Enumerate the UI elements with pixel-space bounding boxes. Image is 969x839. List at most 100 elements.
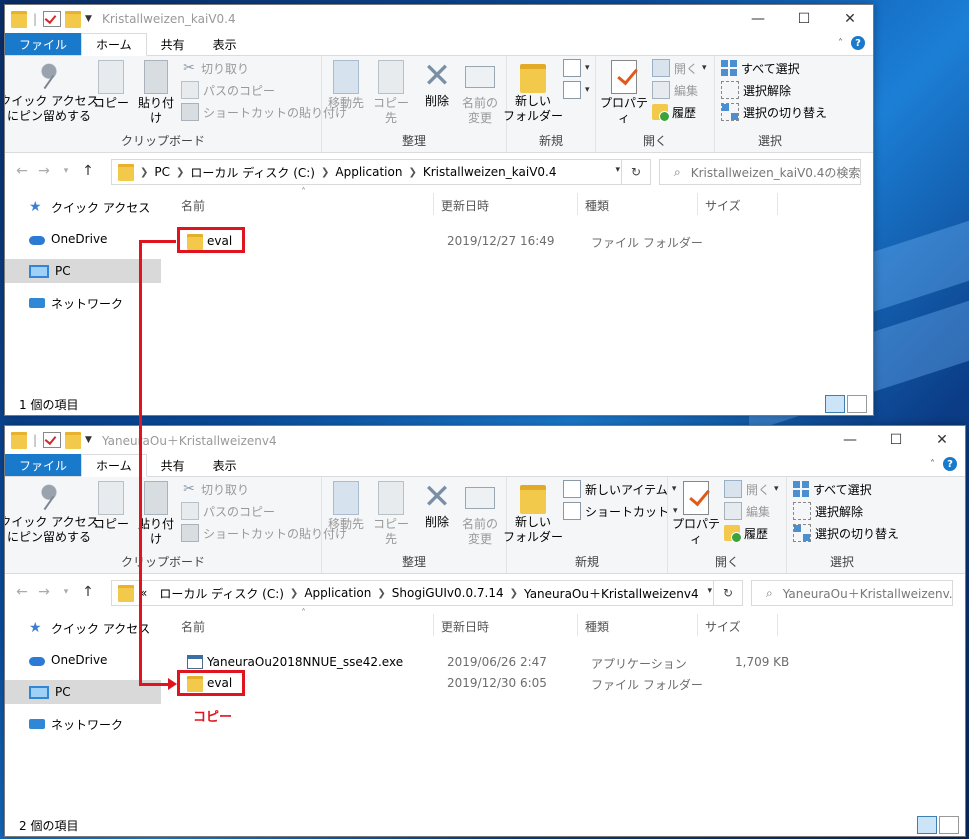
select-all-button[interactable]: すべて選択: [721, 58, 800, 78]
back-arrow-icon[interactable]: ←: [11, 163, 33, 179]
large-icons-view-button[interactable]: [939, 816, 959, 834]
address-dropdown-icon[interactable]: ▾: [615, 165, 620, 175]
column-type[interactable]: 種類: [585, 618, 609, 635]
nav-pc[interactable]: PC: [5, 259, 161, 283]
easy-access-button[interactable]: ▾: [563, 80, 590, 100]
column-size[interactable]: サイズ: [705, 618, 741, 635]
collapse-ribbon-icon[interactable]: ˄: [930, 459, 935, 470]
properties-icon[interactable]: [43, 11, 62, 27]
copy-path-button[interactable]: パスのコピー: [181, 80, 275, 100]
easy-access-button[interactable]: ショートカット ▾: [563, 501, 678, 521]
recent-locations-icon[interactable]: ▾: [55, 587, 77, 597]
delete-button[interactable]: ✕ 削除: [420, 59, 454, 109]
details-view-button[interactable]: [917, 816, 937, 834]
select-all-button[interactable]: すべて選択: [793, 479, 872, 499]
new-item-button[interactable]: ▾: [563, 58, 590, 78]
address-dropdown-icon[interactable]: ▾: [707, 586, 712, 596]
column-name[interactable]: 名前: [181, 197, 205, 214]
paste-button[interactable]: 貼り付け: [133, 60, 179, 126]
refresh-icon[interactable]: ↻: [621, 160, 650, 184]
new-folder-icon[interactable]: [65, 10, 82, 28]
cut-button[interactable]: ✂ 切り取り: [181, 58, 249, 78]
tab-home[interactable]: ホーム: [81, 33, 147, 56]
rename-button[interactable]: 名前の 変更: [458, 60, 502, 126]
breadcrumb-local-disk[interactable]: ローカル ディスク (C:): [190, 164, 315, 181]
minimize-button[interactable]: —: [827, 426, 873, 454]
edit-button[interactable]: 編集: [724, 501, 770, 521]
search-box[interactable]: ⌕ Kristallweizen_kaiV0.4の検索: [659, 159, 861, 185]
collapse-ribbon-icon[interactable]: ˄: [838, 38, 843, 49]
breadcrumb-current-folder[interactable]: Kristallweizen_kaiV0.4: [423, 165, 557, 179]
help-icon[interactable]: ?: [851, 36, 865, 50]
tab-file[interactable]: ファイル: [5, 454, 82, 476]
move-to-button[interactable]: 移動先: [326, 481, 366, 532]
pin-quick-access-button[interactable]: クイック アクセス にピン留めする: [5, 60, 99, 124]
title-bar[interactable]: | ▼ Kristallweizen_kaiV0.4 — ☐ ✕: [5, 5, 873, 33]
nav-onedrive[interactable]: OneDrive: [5, 227, 161, 251]
copy-button[interactable]: コピー: [91, 60, 131, 111]
edit-button[interactable]: 編集: [652, 80, 698, 100]
properties-button[interactable]: プロパティ: [670, 481, 722, 547]
tab-share[interactable]: 共有: [147, 33, 199, 55]
tab-view[interactable]: 表示: [199, 33, 251, 55]
new-folder-icon[interactable]: [65, 431, 82, 449]
list-item[interactable]: eval 2019/12/27 16:49 ファイル フォルダー: [177, 231, 861, 251]
search-box[interactable]: ⌕ YaneuraOu＋Kristallweizenv...: [751, 580, 953, 606]
refresh-icon[interactable]: ↻: [713, 581, 742, 605]
delete-button[interactable]: ✕ 削除: [420, 480, 454, 530]
copy-button[interactable]: コピー: [91, 481, 131, 532]
list-item[interactable]: YaneuraOu2018NNUE_sse42.exe 2019/06/26 2…: [177, 652, 953, 672]
back-arrow-icon[interactable]: ←: [11, 584, 33, 600]
cut-button[interactable]: ✂ 切り取り: [181, 479, 249, 499]
up-arrow-icon[interactable]: ↑: [77, 584, 99, 600]
up-arrow-icon[interactable]: ↑: [77, 163, 99, 179]
select-none-button[interactable]: 選択解除: [721, 80, 791, 100]
properties-button[interactable]: プロパティ: [598, 60, 650, 126]
breadcrumb-shogigui[interactable]: ShogiGUIv0.0.7.14: [392, 586, 504, 600]
copy-path-button[interactable]: パスのコピー: [181, 501, 275, 521]
breadcrumb-application[interactable]: Application: [304, 586, 371, 600]
tab-share[interactable]: 共有: [147, 454, 199, 476]
details-view-button[interactable]: [825, 395, 845, 413]
close-button[interactable]: ✕: [919, 426, 965, 454]
tab-file[interactable]: ファイル: [5, 33, 82, 55]
copy-to-button[interactable]: コピー先: [368, 60, 414, 126]
breadcrumb-current-folder[interactable]: YaneuraOu＋Kristallweizenv4: [524, 585, 699, 602]
nav-quick-access[interactable]: ★ クイック アクセス: [5, 195, 161, 219]
recent-locations-icon[interactable]: ▾: [55, 166, 77, 176]
invert-selection-button[interactable]: 選択の切り替え: [793, 523, 899, 543]
move-to-button[interactable]: 移動先: [326, 60, 366, 111]
pin-quick-access-button[interactable]: クイック アクセス にピン留めする: [5, 481, 99, 545]
properties-icon[interactable]: [43, 432, 62, 448]
nav-network[interactable]: ネットワーク: [5, 712, 161, 736]
breadcrumb-pc[interactable]: PC: [154, 165, 170, 179]
nav-pc[interactable]: PC: [5, 680, 161, 704]
list-item[interactable]: eval 2019/12/30 6:05 ファイル フォルダー: [177, 673, 953, 693]
title-bar[interactable]: | ▼ YaneuraOu＋Kristallweizenv4 — ☐ ✕: [5, 426, 965, 454]
maximize-button[interactable]: ☐: [781, 5, 827, 33]
breadcrumb-application[interactable]: Application: [335, 165, 402, 179]
nav-onedrive[interactable]: OneDrive: [5, 648, 161, 672]
large-icons-view-button[interactable]: [847, 395, 867, 413]
forward-arrow-icon[interactable]: →: [33, 163, 55, 179]
close-button[interactable]: ✕: [827, 5, 873, 33]
new-folder-button[interactable]: 新しい フォルダー: [503, 481, 563, 545]
column-date[interactable]: 更新日時: [441, 197, 489, 214]
column-type[interactable]: 種類: [585, 197, 609, 214]
address-bar[interactable]: ❯ PC ❯ ローカル ディスク (C:) ❯ Application ❯ Krist…: [111, 159, 651, 185]
chevron-down-icon[interactable]: ▼: [85, 435, 92, 445]
maximize-button[interactable]: ☐: [873, 426, 919, 454]
column-size[interactable]: サイズ: [705, 197, 741, 214]
open-button[interactable]: 開く ▾: [724, 479, 779, 499]
column-name[interactable]: 名前: [181, 618, 205, 635]
tab-view[interactable]: 表示: [199, 454, 251, 476]
breadcrumb-local-disk[interactable]: ローカル ディスク (C:): [159, 585, 284, 602]
chevron-down-icon[interactable]: ▼: [85, 14, 92, 24]
new-folder-button[interactable]: 新しい フォルダー: [503, 60, 563, 124]
invert-selection-button[interactable]: 選択の切り替え: [721, 102, 827, 122]
help-icon[interactable]: ?: [943, 457, 957, 471]
nav-quick-access[interactable]: ★ クイック アクセス: [5, 616, 161, 640]
new-item-button[interactable]: 新しいアイテム ▾: [563, 479, 676, 499]
tab-home[interactable]: ホーム: [81, 454, 147, 477]
history-button[interactable]: 履歴: [652, 102, 696, 122]
